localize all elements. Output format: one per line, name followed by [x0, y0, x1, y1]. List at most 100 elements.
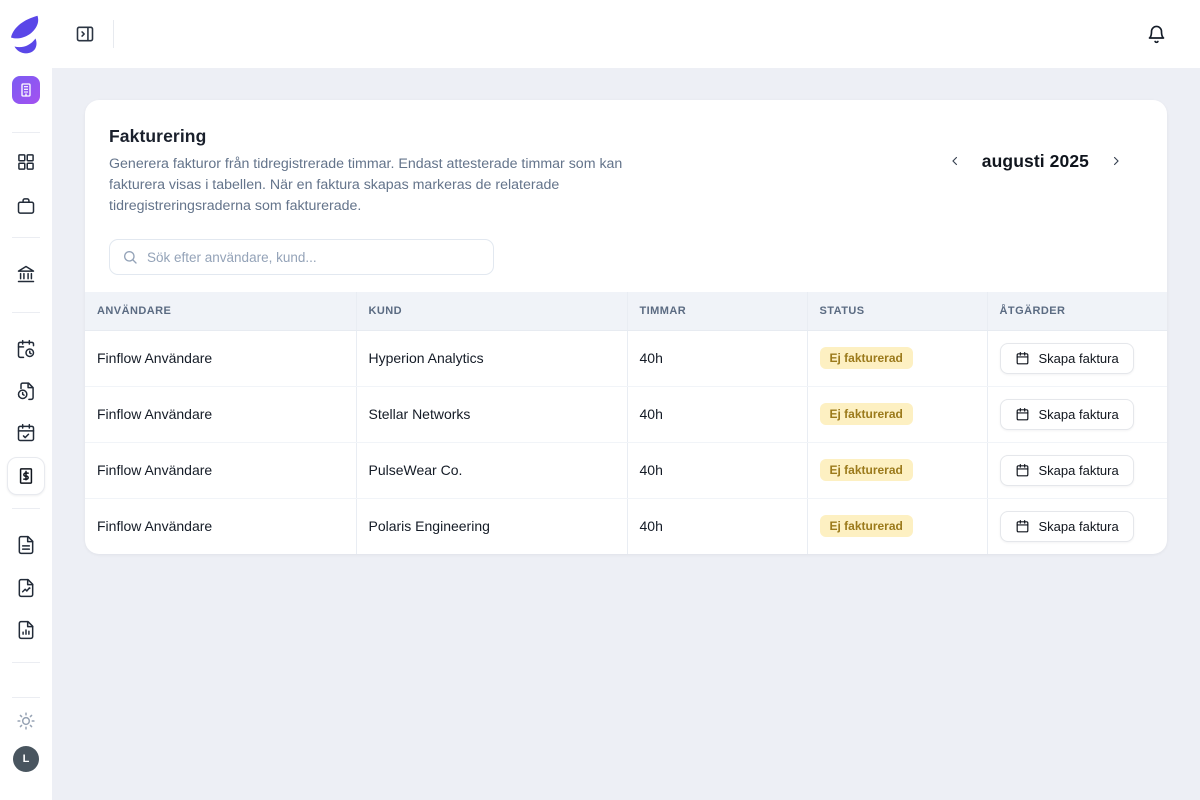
- search-input[interactable]: [147, 250, 481, 265]
- status-cell: Ej fakturerad: [807, 386, 987, 442]
- actions-cell: Skapa faktura: [987, 498, 1167, 554]
- search-icon: [122, 249, 138, 265]
- create-invoice-button[interactable]: Skapa faktura: [1000, 455, 1134, 486]
- bell-icon: [1146, 24, 1167, 45]
- panel-toggle-icon: [75, 24, 95, 44]
- month-label: augusti 2025: [982, 151, 1089, 172]
- user-cell: Finflow Användare: [85, 330, 356, 386]
- status-cell: Ej fakturerad: [807, 498, 987, 554]
- sidebar-divider: [12, 312, 40, 313]
- chevron-left-icon: [948, 154, 962, 168]
- notifications-button[interactable]: [1146, 24, 1167, 45]
- calendar-icon: [1015, 351, 1030, 366]
- briefcase-icon: [16, 196, 36, 216]
- invoice-dollar-icon: [16, 466, 36, 486]
- bank-icon: [16, 264, 36, 284]
- sidebar-item-trend-reports[interactable]: [16, 578, 36, 598]
- finflow-logo-icon: [9, 15, 43, 55]
- customer-cell: PulseWear Co.: [356, 442, 627, 498]
- user-cell: Finflow Användare: [85, 498, 356, 554]
- create-invoice-label: Skapa faktura: [1039, 463, 1119, 478]
- file-chart-icon: [16, 578, 36, 598]
- workspace-app-icon[interactable]: [12, 76, 40, 104]
- column-header-status: STATUS: [807, 292, 987, 330]
- table-header-row: ANVÄNDARE KUND TIMMAR STATUS ÅTGÄRDER: [85, 292, 1167, 330]
- create-invoice-label: Skapa faktura: [1039, 407, 1119, 422]
- app-root: L Fakturering Generera fakt: [0, 0, 1200, 800]
- avatar-initial: L: [23, 753, 30, 765]
- user-cell: Finflow Användare: [85, 442, 356, 498]
- main-pane: Fakturering Generera fakturor från tidre…: [52, 0, 1200, 800]
- sidebar-item-time-tracking[interactable]: [16, 339, 36, 359]
- actions-cell: Skapa faktura: [987, 442, 1167, 498]
- topbar-divider: [113, 20, 114, 48]
- sidebar-divider: [12, 132, 40, 133]
- content-area: Fakturering Generera fakturor från tidre…: [52, 68, 1200, 800]
- sidebar-toggle-button[interactable]: [75, 24, 95, 44]
- sidebar-item-attestation[interactable]: [16, 423, 36, 443]
- table-row: Finflow Användare Hyperion Analytics 40h…: [85, 330, 1167, 386]
- status-cell: Ej fakturerad: [807, 330, 987, 386]
- previous-month-button[interactable]: [944, 150, 966, 172]
- column-header-customer: KUND: [356, 292, 627, 330]
- billing-card: Fakturering Generera fakturor från tidre…: [85, 100, 1167, 554]
- chevron-right-icon: [1109, 154, 1123, 168]
- user-avatar[interactable]: L: [13, 746, 39, 772]
- sidebar-divider: [12, 662, 40, 663]
- theme-toggle[interactable]: [16, 711, 36, 731]
- calendar-check-icon: [16, 423, 36, 443]
- hours-cell: 40h: [627, 442, 807, 498]
- sidebar-item-time-history[interactable]: [16, 381, 36, 401]
- sidebar: L: [0, 0, 52, 800]
- calendar-icon: [1015, 463, 1030, 478]
- create-invoice-button[interactable]: Skapa faktura: [1000, 343, 1134, 374]
- hours-cell: 40h: [627, 498, 807, 554]
- sun-icon: [16, 711, 36, 731]
- sidebar-item-dashboard[interactable]: [16, 152, 36, 172]
- topbar: [52, 0, 1200, 68]
- sidebar-item-statistics[interactable]: [16, 620, 36, 640]
- table-row: Finflow Användare Stellar Networks 40h E…: [85, 386, 1167, 442]
- building-icon: [18, 82, 34, 98]
- file-clock-icon: [16, 381, 36, 401]
- sidebar-item-documents[interactable]: [16, 535, 36, 555]
- next-month-button[interactable]: [1105, 150, 1127, 172]
- file-bars-icon: [16, 620, 36, 640]
- status-cell: Ej fakturerad: [807, 442, 987, 498]
- sidebar-item-bank[interactable]: [16, 264, 36, 284]
- column-header-hours: TIMMAR: [627, 292, 807, 330]
- actions-cell: Skapa faktura: [987, 330, 1167, 386]
- calendar-clock-icon: [16, 339, 36, 359]
- column-header-actions: ÅTGÄRDER: [987, 292, 1167, 330]
- file-text-icon: [16, 535, 36, 555]
- customer-cell: Hyperion Analytics: [356, 330, 627, 386]
- create-invoice-label: Skapa faktura: [1039, 519, 1119, 534]
- sidebar-item-invoicing-selected[interactable]: [7, 457, 45, 495]
- status-badge: Ej fakturerad: [820, 403, 913, 425]
- customer-cell: Stellar Networks: [356, 386, 627, 442]
- card-header: Fakturering Generera fakturor från tidre…: [85, 100, 1167, 217]
- calendar-icon: [1015, 407, 1030, 422]
- hours-cell: 40h: [627, 330, 807, 386]
- month-navigator: augusti 2025: [944, 150, 1127, 172]
- calendar-icon: [1015, 519, 1030, 534]
- create-invoice-button[interactable]: Skapa faktura: [1000, 399, 1134, 430]
- table-row: Finflow Användare PulseWear Co. 40h Ej f…: [85, 442, 1167, 498]
- sidebar-divider: [12, 697, 40, 698]
- status-badge: Ej fakturerad: [820, 459, 913, 481]
- search-box: [109, 239, 494, 275]
- user-cell: Finflow Användare: [85, 386, 356, 442]
- grid-icon: [16, 152, 36, 172]
- column-header-user: ANVÄNDARE: [85, 292, 356, 330]
- status-badge: Ej fakturerad: [820, 515, 913, 537]
- sidebar-item-projects[interactable]: [16, 196, 36, 216]
- page-title: Fakturering: [109, 126, 1143, 147]
- billing-table: ANVÄNDARE KUND TIMMAR STATUS ÅTGÄRDER Fi…: [85, 292, 1167, 554]
- create-invoice-button[interactable]: Skapa faktura: [1000, 511, 1134, 542]
- hours-cell: 40h: [627, 386, 807, 442]
- customer-cell: Polaris Engineering: [356, 498, 627, 554]
- sidebar-divider: [12, 237, 40, 238]
- actions-cell: Skapa faktura: [987, 386, 1167, 442]
- status-badge: Ej fakturerad: [820, 347, 913, 369]
- sidebar-divider: [12, 508, 40, 509]
